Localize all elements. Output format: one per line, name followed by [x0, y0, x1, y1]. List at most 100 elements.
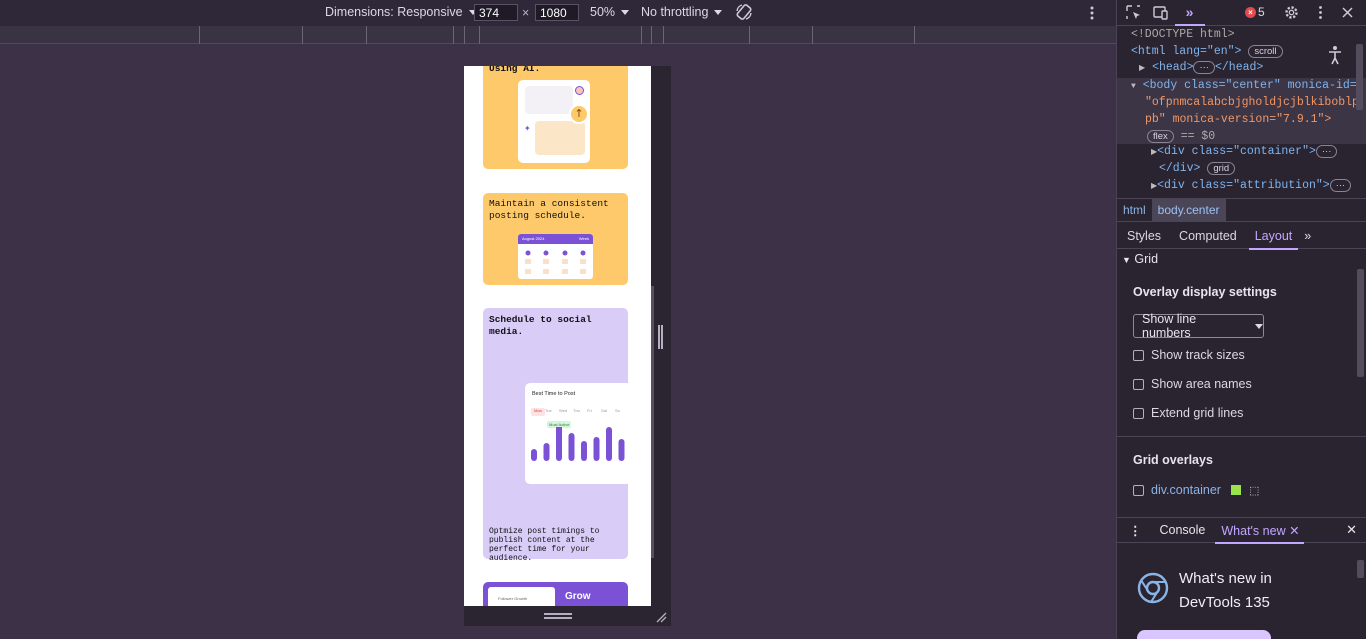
divider: [1117, 436, 1366, 437]
more-tabs-icon[interactable]: »: [1304, 229, 1311, 243]
ai-card-text: Using AI.: [489, 66, 541, 74]
calendar-widget: August 2024 Week: [518, 234, 593, 279]
drawer-menu-icon[interactable]: ⋮: [1129, 523, 1142, 538]
highlight-element-icon[interactable]: ⬚: [1249, 484, 1259, 497]
see-all-button[interactable]: [1137, 630, 1271, 639]
chrome-logo-icon: [1137, 572, 1169, 604]
overlay-settings-heading: Overlay display settings: [1133, 285, 1277, 299]
more-tabs-icon[interactable]: »: [1181, 4, 1198, 21]
throttling-dropdown[interactable]: No throttling: [641, 5, 723, 19]
resize-corner-icon[interactable]: [655, 611, 667, 623]
container-div-close[interactable]: </div> grid: [1131, 161, 1366, 178]
whats-new-scrollbar[interactable]: [1357, 560, 1364, 578]
error-icon: ×: [1245, 6, 1256, 18]
whats-new-panel: What's new in DevTools 135: [1117, 544, 1366, 639]
breadcrumb-body[interactable]: body.center: [1151, 199, 1226, 221]
extend-grid-lines-checkbox[interactable]: Extend grid lines: [1133, 406, 1243, 420]
upload-icon: ↑: [569, 104, 589, 124]
days-row: Mon Tue Wed Thu Fri Sat Su: [531, 408, 631, 416]
dimensions-dropdown[interactable]: Dimensions: Responsive: [325, 5, 477, 19]
drawer-tabs: ⋮ Console What's new ✕ ✕: [1117, 517, 1366, 544]
whats-new-title: What's new in DevTools 135: [1179, 570, 1272, 611]
activity-bar: [593, 437, 600, 461]
container-div-node[interactable]: ▶<div class="container"> ···: [1131, 144, 1366, 162]
doctype-node[interactable]: <!DOCTYPE html>: [1131, 27, 1366, 44]
tab-console[interactable]: Console: [1160, 523, 1206, 537]
tab-layout[interactable]: Layout: [1248, 229, 1298, 250]
device-toolbar: Dimensions: Responsive 374 × 1080 50% No…: [0, 0, 1116, 26]
chat-bubble: [525, 86, 573, 114]
day-label: Thu: [573, 408, 580, 413]
line-numbers-select[interactable]: Show line numbers: [1133, 312, 1264, 340]
layout-scrollbar[interactable]: [1357, 269, 1364, 377]
social-media-card: Schedule to social media. Best Time to P…: [483, 308, 631, 563]
close-devtools-icon[interactable]: [1339, 4, 1356, 21]
flex-pill[interactable]: flex: [1147, 129, 1174, 143]
scroll-pill[interactable]: scroll: [1248, 44, 1283, 58]
activity-bar: [606, 427, 612, 461]
calendar-month: August 2024: [522, 236, 545, 241]
ai-card: Using AI. ✦ ↑: [483, 66, 628, 169]
close-drawer-icon[interactable]: ✕: [1346, 522, 1357, 538]
grow-card: Follower Growth Grow: [483, 582, 628, 606]
chevron-down-icon: [1255, 323, 1263, 329]
ai-chat-illustration: ✦ ↑: [518, 80, 590, 163]
devtools-panel: » × 5 <!DOCTYPE html> <html lang="en"> s…: [1116, 0, 1366, 639]
calendar-view: Week: [578, 236, 589, 241]
error-counter[interactable]: × 5: [1245, 5, 1265, 19]
grid-overlay-container-checkbox[interactable]: div.container ⬚: [1133, 483, 1259, 497]
times-symbol: ×: [522, 6, 530, 20]
tab-styles[interactable]: Styles: [1127, 229, 1161, 243]
error-count: 5: [1258, 5, 1265, 19]
schedule-card: Maintain a consistent posting schedule. …: [483, 193, 628, 285]
overlay-color-swatch[interactable]: [1230, 485, 1241, 495]
rotate-icon[interactable]: [734, 2, 754, 22]
layout-pane: ▼ Grid Overlay display settings Show lin…: [1117, 250, 1366, 512]
height-input[interactable]: 1080: [535, 4, 579, 21]
tab-computed[interactable]: Computed: [1179, 229, 1237, 243]
activity-bar: [568, 433, 575, 461]
elements-scrollbar[interactable]: [1356, 44, 1363, 110]
more-options-icon[interactable]: [1086, 5, 1098, 21]
day-label: Sat: [601, 408, 608, 413]
breadcrumb-html[interactable]: html: [1117, 203, 1152, 217]
media-query-bar[interactable]: [0, 26, 1116, 44]
inspect-element-icon[interactable]: [1125, 4, 1142, 21]
sidebar-tabs: Styles Computed Layout »: [1117, 224, 1366, 250]
resize-handle-bottom[interactable]: [544, 613, 572, 619]
follower-growth-widget: Follower Growth: [488, 587, 555, 606]
close-tab-icon[interactable]: ✕: [1289, 524, 1299, 538]
calendar-cells: [525, 250, 586, 274]
day-label: Su: [615, 408, 620, 413]
show-area-names-checkbox[interactable]: Show area names: [1133, 377, 1252, 391]
day-label: Tue: [545, 408, 552, 413]
body-node[interactable]: ▼ <body class="center" monica-id= "ofpnm…: [1117, 77, 1366, 144]
tab-whats-new[interactable]: What's new ✕: [1215, 523, 1304, 544]
device-bottom-bar: [464, 606, 671, 626]
show-track-sizes-checkbox[interactable]: Show track sizes: [1133, 348, 1245, 362]
breadcrumb: html body.center: [1117, 198, 1366, 222]
accessibility-icon[interactable]: [1327, 45, 1343, 65]
day-label: Fri: [587, 408, 592, 413]
day-label: Mon: [531, 408, 545, 416]
device-toggle-icon[interactable]: [1152, 4, 1169, 21]
scrollbar-thumb[interactable]: [651, 286, 654, 558]
best-time-title: Best Time to Post: [532, 391, 576, 397]
zoom-label: 50%: [590, 5, 616, 19]
grid-section-header[interactable]: ▼ Grid: [1122, 252, 1158, 266]
more-options-icon[interactable]: [1312, 4, 1329, 21]
activity-bar: [531, 449, 537, 461]
grid-pill[interactable]: grid: [1207, 162, 1236, 176]
zoom-dropdown[interactable]: 50%: [590, 5, 630, 19]
attribution-div-node[interactable]: ▶<div class="attribution"> ···: [1131, 178, 1366, 196]
calendar-grid: [518, 247, 593, 277]
ellipsis-pill[interactable]: ···: [1193, 61, 1215, 75]
settings-gear-icon[interactable]: [1283, 4, 1300, 21]
resize-handle-right[interactable]: [658, 325, 663, 349]
schedule-card-text: Maintain a consistent posting schedule.: [489, 198, 609, 221]
active-tab-indicator: [1175, 24, 1205, 26]
throttling-label: No throttling: [641, 5, 709, 19]
activity-bar: [556, 427, 562, 461]
width-input[interactable]: 374: [474, 4, 518, 21]
dimensions-label: Dimensions: Responsive: [325, 5, 463, 19]
